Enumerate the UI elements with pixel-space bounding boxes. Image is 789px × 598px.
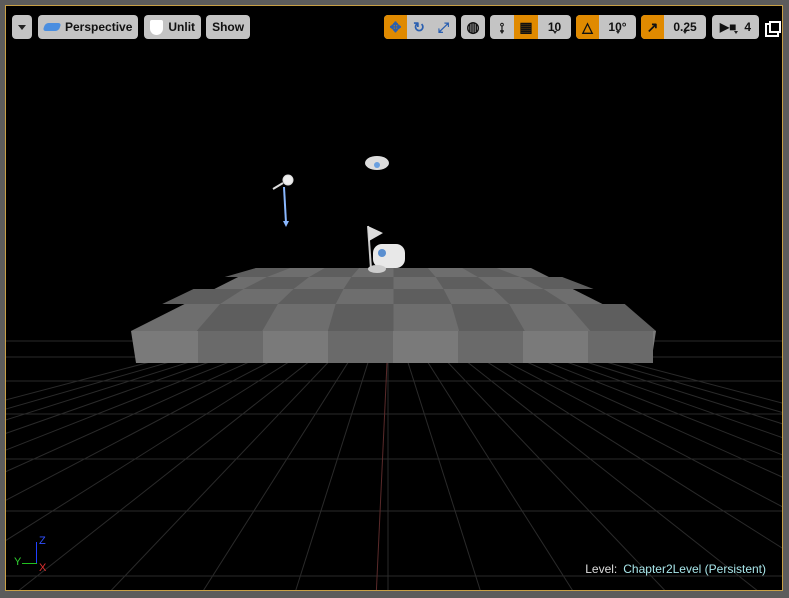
chevron-down-icon <box>18 25 26 34</box>
camera-speed-button[interactable]: ▶■ 4 <box>712 15 759 39</box>
viewport-options-button[interactable] <box>12 15 32 39</box>
grid-snap-toggle[interactable]: ▦ <box>514 15 538 39</box>
lighting-mode-label: Unlit <box>168 20 196 34</box>
show-button[interactable]: Show <box>206 15 251 39</box>
grid-icon: ▦ <box>519 18 533 35</box>
level-label: Level: <box>585 562 618 576</box>
maximize-viewport-icon[interactable] <box>769 21 781 33</box>
grid-line <box>18 330 349 590</box>
globe-icon: ◍ <box>466 19 480 36</box>
scale-snap-group: ↗ 0.25 <box>641 15 706 39</box>
move-arrows-icon: ✥ <box>389 18 402 35</box>
scale-snap-label: 0.25 <box>673 20 697 34</box>
rotation-snap-group: △ 10° <box>576 15 636 39</box>
coordinate-system-group: ◍ <box>461 15 485 39</box>
sky-atmosphere-icon <box>365 156 389 170</box>
scale-arrow-icon: ↗ <box>646 18 659 35</box>
rotation-snap-label: 10° <box>608 20 627 34</box>
scale-snap-value[interactable]: 0.25 <box>664 15 706 39</box>
level-name: Chapter2Level (Persistent) <box>623 562 766 576</box>
surface-snap-button[interactable]: ⟟ <box>490 15 514 39</box>
y-axis-line <box>22 563 37 564</box>
current-level-indicator: Level: Chapter2Level (Persistent) <box>585 562 766 576</box>
grid-center-line <box>375 340 389 590</box>
grid-line <box>427 330 758 590</box>
level-viewport[interactable]: Perspective Unlit Show ✥ ↻ ⤢ ◍ ⟟ ▦ 10 △ … <box>5 5 783 591</box>
directional-light-icon <box>272 174 294 227</box>
checker-tile <box>327 304 394 331</box>
view-mode-button[interactable]: Perspective <box>38 15 139 39</box>
viewport-toolbar-left: Perspective Unlit Show <box>12 15 251 39</box>
rotation-snap-value[interactable]: 10° <box>599 15 636 39</box>
grid-snap-group: ⟟ ▦ 10 <box>490 15 571 39</box>
grid-line <box>295 330 379 590</box>
z-axis-line <box>36 542 37 564</box>
grid-line <box>497 330 782 413</box>
rotation-snap-toggle[interactable]: △ <box>576 15 599 39</box>
platform-mesh <box>131 268 656 363</box>
checker-tile <box>343 277 394 289</box>
floor-grid <box>6 330 782 590</box>
grid-line <box>203 330 369 590</box>
scale-snap-toggle[interactable]: ↗ <box>641 15 664 39</box>
grid-line <box>457 330 782 478</box>
grid-line <box>467 330 782 456</box>
checker-tile <box>588 331 653 363</box>
axis-gizmo: Z Y X <box>14 532 54 574</box>
perspective-camera-icon <box>42 23 62 31</box>
z-axis-label: Z <box>39 535 46 547</box>
scale-mode-button[interactable]: ⤢ <box>431 15 456 39</box>
checker-tile <box>458 331 523 363</box>
shield-icon <box>150 19 164 35</box>
camera-icon: ▶■ <box>719 20 737 34</box>
checker-tile <box>328 331 393 363</box>
grid-line <box>397 330 481 590</box>
scale-icon: ⤢ <box>437 18 450 35</box>
view-mode-label: Perspective <box>65 20 133 34</box>
rotate-icon: ↻ <box>413 18 425 35</box>
show-label: Show <box>212 20 245 34</box>
grid-snap-value[interactable]: 10 <box>538 15 571 39</box>
checker-tile <box>198 331 263 363</box>
camera-speed-label: 4 <box>744 20 752 34</box>
world-coordinates-button[interactable]: ◍ <box>461 15 485 39</box>
grid-line <box>477 330 782 439</box>
rotate-mode-button[interactable]: ↻ <box>407 15 431 39</box>
checker-tile <box>393 289 452 304</box>
grid-snap-label: 10 <box>547 20 562 34</box>
grid-line <box>447 330 782 508</box>
viewport-scene <box>6 156 782 590</box>
viewport-toolbar-right: ✥ ↻ ⤢ ◍ ⟟ ▦ 10 △ 10° ↗ 0.25 ▶■ 4 <box>384 15 781 39</box>
grid-line <box>6 330 339 541</box>
translate-mode-button[interactable]: ✥ <box>384 15 407 39</box>
camera-speed-group: ▶■ 4 <box>712 15 759 39</box>
angle-icon: △ <box>582 18 593 35</box>
grid-line <box>507 330 782 404</box>
x-axis-label: X <box>39 562 47 574</box>
surface-snap-icon: ⟟ <box>499 19 505 34</box>
player-start-icon <box>367 225 405 273</box>
lighting-mode-button[interactable]: Unlit <box>144 15 202 39</box>
y-axis-label: Y <box>14 556 22 568</box>
grid-line <box>407 330 573 590</box>
transform-mode-group: ✥ ↻ ⤢ <box>384 15 456 39</box>
